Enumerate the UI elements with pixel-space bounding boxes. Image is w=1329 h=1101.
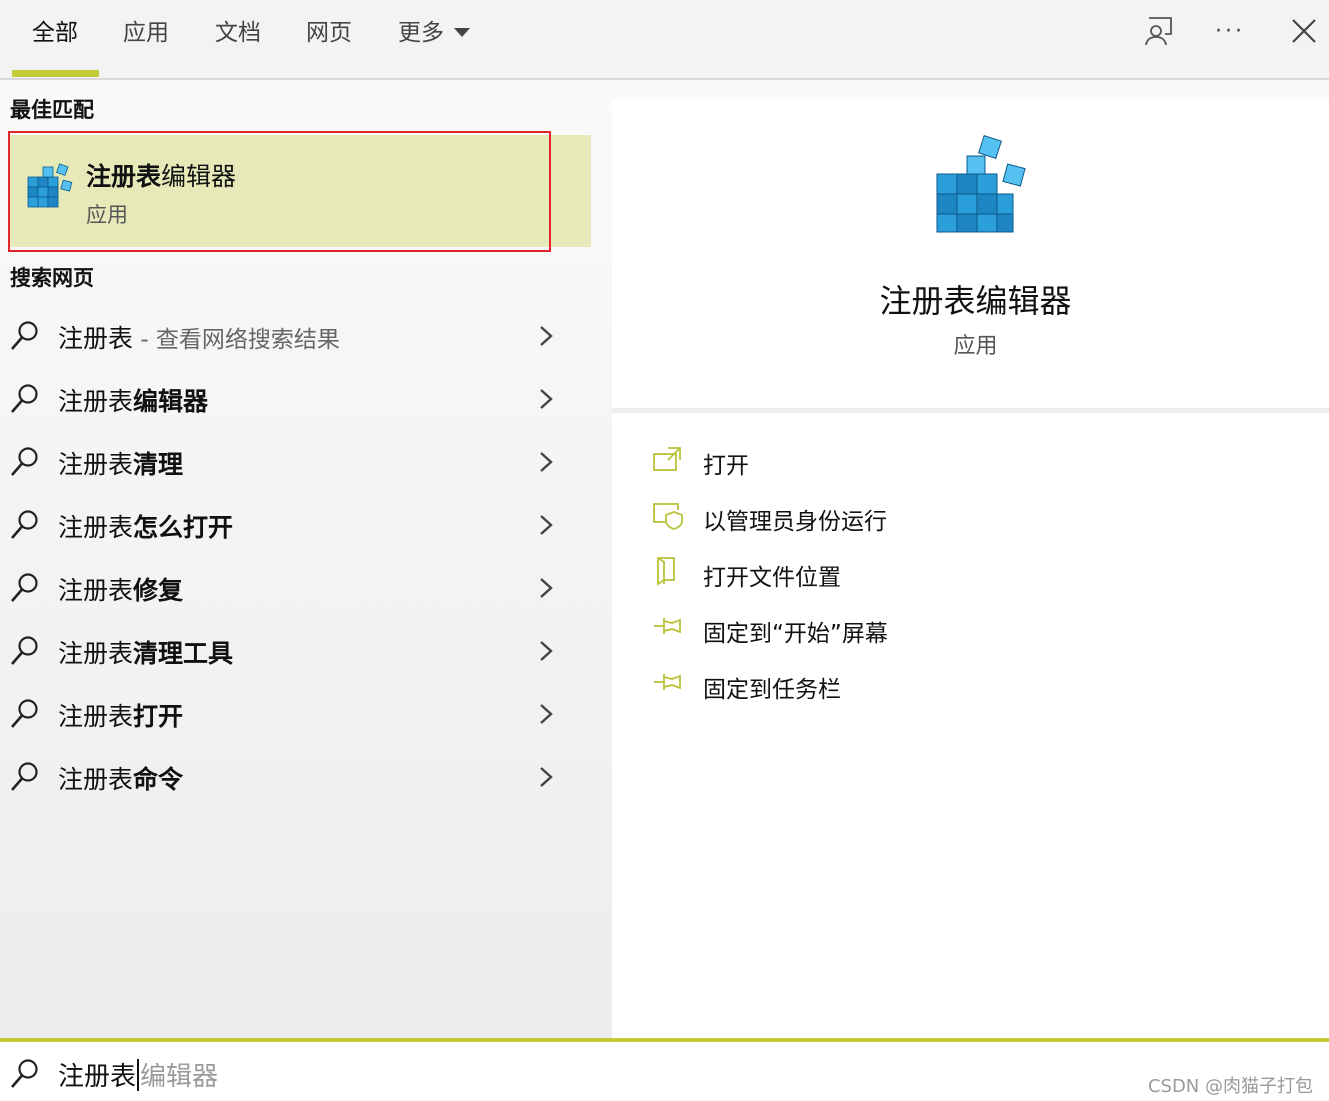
chevron-right-icon <box>540 452 553 472</box>
search-icon <box>11 321 38 350</box>
divider <box>612 408 1329 413</box>
action-open-file-location[interactable]: 打开文件位置 <box>652 552 1252 592</box>
search-icon <box>11 447 38 476</box>
result-bold: 清理 <box>133 450 184 479</box>
action-label: 固定到任务栏 <box>703 677 841 703</box>
result-bold: 命令 <box>133 765 184 794</box>
result-bold: 怎么打开 <box>133 513 234 542</box>
feedback-icon[interactable] <box>1141 12 1177 50</box>
web-result-label: 注册表修复 <box>58 571 183 607</box>
result-bold: 编辑器 <box>133 387 209 416</box>
web-result-row[interactable]: 注册表清理 <box>0 432 600 492</box>
more-dots: ··· <box>1215 18 1245 44</box>
tab-more-label: 更多 <box>398 20 444 46</box>
tab-web[interactable]: 网页 <box>306 16 352 50</box>
action-run-as-admin[interactable]: 以管理员身份运行 <box>652 496 1252 536</box>
action-label: 固定到“开始”屏幕 <box>703 621 888 647</box>
search-icon <box>11 510 38 539</box>
tab-more[interactable]: 更多 <box>398 16 470 50</box>
web-result-label: 注册表命令 <box>58 760 183 796</box>
best-match-title-rest: 编辑器 <box>161 162 237 191</box>
search-autocomplete-hint: 编辑器 <box>140 1062 219 1092</box>
chevron-down-icon <box>454 28 470 37</box>
web-result-label: 注册表 - 查看网络搜索结果 <box>58 319 340 355</box>
preview-subtitle: 应用 <box>953 334 998 359</box>
watermark: CSDN @肉猫子打包 <box>1147 1076 1313 1097</box>
web-result-row[interactable]: 注册表修复 <box>0 558 600 618</box>
open-icon <box>653 447 681 471</box>
more-options-icon[interactable]: ··· <box>1212 12 1248 50</box>
search-input[interactable]: 注册表 编辑器 <box>58 1056 218 1093</box>
web-result-row[interactable]: 注册表 - 查看网络搜索结果 <box>0 306 600 366</box>
chevron-right-icon <box>540 641 553 661</box>
best-match-heading: 最佳匹配 <box>10 98 94 122</box>
search-typed-text: 注册表 <box>58 1062 137 1092</box>
close-icon[interactable] <box>1286 12 1322 50</box>
chevron-right-icon <box>540 389 553 409</box>
web-result-row[interactable]: 注册表编辑器 <box>0 369 600 429</box>
pin-start-icon <box>654 618 681 634</box>
result-bold: 打开 <box>133 702 184 731</box>
result-prefix: 注册表 <box>58 324 134 353</box>
search-icon <box>11 384 38 413</box>
top-tab-bar: 全部 应用 文档 网页 更多 ··· <box>0 0 1329 80</box>
action-label: 以管理员身份运行 <box>703 509 887 535</box>
chevron-right-icon <box>540 326 553 346</box>
search-icon <box>11 699 38 728</box>
result-prefix: 注册表 <box>58 702 134 731</box>
result-bold: 清理工具 <box>133 639 234 668</box>
search-icon <box>11 762 38 791</box>
result-prefix: 注册表 <box>58 450 134 479</box>
chevron-right-icon <box>540 578 553 598</box>
pin-taskbar-icon <box>654 674 681 690</box>
action-label: 打开 <box>703 453 749 479</box>
result-prefix: 注册表 <box>58 513 134 542</box>
best-match-title-bold: 注册表 <box>86 162 162 191</box>
action-open[interactable]: 打开 <box>652 440 1252 480</box>
file-location-icon <box>657 557 675 586</box>
tab-all[interactable]: 全部 <box>32 16 78 50</box>
tab-apps[interactable]: 应用 <box>123 16 169 50</box>
best-match-subtitle: 应用 <box>86 203 128 227</box>
search-icon <box>11 573 38 602</box>
web-result-row[interactable]: 注册表怎么打开 <box>0 495 600 555</box>
web-result-row[interactable]: 注册表打开 <box>0 684 600 744</box>
web-result-label: 注册表怎么打开 <box>58 508 233 544</box>
result-prefix: 注册表 <box>58 639 134 668</box>
search-box[interactable]: 注册表 编辑器 CSDN @肉猫子打包 <box>0 1038 1329 1101</box>
action-label: 打开文件位置 <box>703 565 841 591</box>
chevron-right-icon <box>540 704 553 724</box>
web-result-label: 注册表清理工具 <box>58 634 233 670</box>
chevron-right-icon <box>540 767 553 787</box>
run-as-admin-icon <box>653 503 683 530</box>
preview-title: 注册表编辑器 <box>879 282 1072 320</box>
result-prefix: 注册表 <box>58 576 134 605</box>
result-prefix: 注册表 <box>58 765 134 794</box>
search-icon <box>11 636 38 665</box>
web-result-label: 注册表打开 <box>58 697 183 733</box>
active-tab-indicator <box>12 70 99 77</box>
best-match-title: 注册表编辑器 <box>86 157 236 193</box>
text-cursor <box>137 1059 140 1091</box>
web-search-heading: 搜索网页 <box>10 266 94 290</box>
tab-documents[interactable]: 文档 <box>215 16 261 50</box>
registry-editor-icon <box>27 163 73 208</box>
web-result-row[interactable]: 注册表命令 <box>0 747 600 807</box>
result-bold: 修复 <box>133 576 184 605</box>
preview-pane: 注册表编辑器 应用 打开 以管理员身份运行 打开文件位置 固定到“开始”屏幕 固… <box>612 100 1329 1038</box>
web-result-label: 注册表编辑器 <box>58 382 208 418</box>
action-pin-to-taskbar[interactable]: 固定到任务栏 <box>652 664 1252 704</box>
action-pin-to-start[interactable]: 固定到“开始”屏幕 <box>652 608 1252 648</box>
result-prefix: 注册表 <box>58 387 134 416</box>
web-result-label: 注册表清理 <box>58 445 183 481</box>
chevron-right-icon <box>540 515 553 535</box>
best-match-item[interactable]: 注册表编辑器 应用 <box>8 135 591 247</box>
result-suffix: - 查看网络搜索结果 <box>133 327 340 353</box>
search-icon <box>11 1059 38 1088</box>
registry-editor-icon <box>936 135 1026 233</box>
web-result-row[interactable]: 注册表清理工具 <box>0 621 600 681</box>
